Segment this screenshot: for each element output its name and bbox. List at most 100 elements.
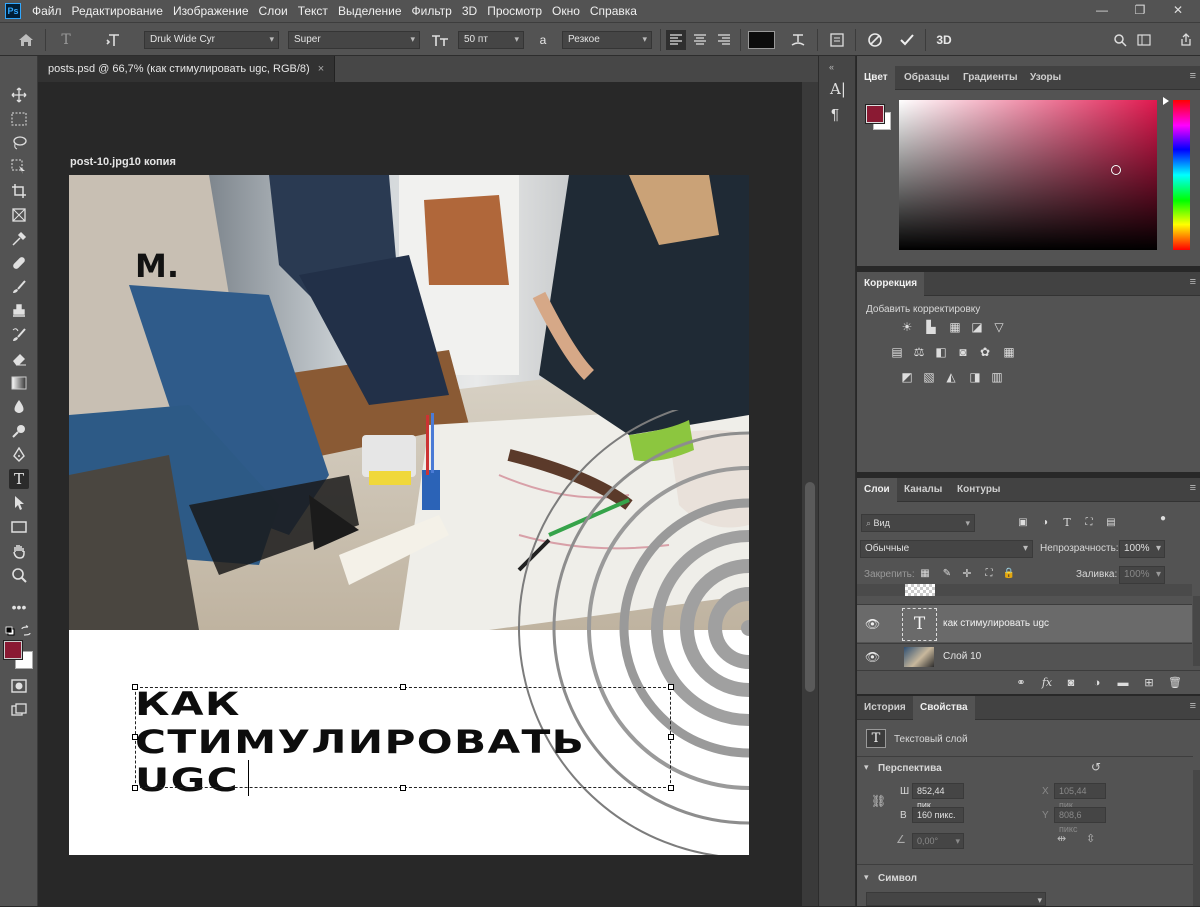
link-layers-icon[interactable]: ⚭ xyxy=(1013,676,1029,690)
brightness-contrast-icon[interactable]: ☀ xyxy=(899,320,915,334)
tab-patterns[interactable]: Узоры xyxy=(1023,66,1068,90)
object-select-tool-icon[interactable] xyxy=(9,157,29,177)
layers-scrollbar[interactable] xyxy=(1193,596,1200,666)
layer-row-text[interactable]: 👁 T как стимулировать ugc xyxy=(857,604,1192,642)
hue-saturation-icon[interactable]: ▤ xyxy=(889,345,905,359)
gradient-map-icon[interactable]: ▥ xyxy=(989,370,1005,384)
blend-mode-select[interactable]: Обычные ▾ xyxy=(860,540,1033,558)
history-brush-tool-icon[interactable] xyxy=(9,325,29,345)
posterize-icon[interactable]: ▧ xyxy=(921,370,937,384)
document-tab[interactable]: posts.psd @ 66,7% (как стимулировать ugc… xyxy=(38,56,336,82)
text-color-swatch[interactable] xyxy=(748,31,775,49)
collapse-chevron-icon[interactable]: ▾ xyxy=(864,762,869,773)
tab-layers[interactable]: Слои xyxy=(857,478,897,502)
menu-image[interactable]: Изображение xyxy=(168,4,254,18)
3d-button[interactable]: 3D xyxy=(934,30,954,50)
zoom-tool-icon[interactable] xyxy=(9,565,29,585)
new-layer-icon[interactable]: ⊞ xyxy=(1141,676,1157,690)
color-picker-cursor[interactable] xyxy=(1111,165,1121,175)
resize-handle[interactable] xyxy=(132,785,138,791)
cancel-edit-icon[interactable] xyxy=(865,30,885,50)
tab-properties[interactable]: Свойства xyxy=(913,696,975,720)
tab-swatches[interactable]: Образцы xyxy=(897,66,956,90)
reset-transform-icon[interactable]: ↺ xyxy=(1091,760,1101,774)
layer-row-image[interactable]: 👁 Слой 10 xyxy=(857,643,1192,670)
filter-adjustment-icon[interactable]: ◑ xyxy=(1037,516,1053,530)
panel-menu-icon[interactable]: ≡ xyxy=(1190,70,1196,82)
stamp-tool-icon[interactable] xyxy=(9,301,29,321)
share-icon[interactable] xyxy=(1176,30,1196,50)
quick-mask-icon[interactable] xyxy=(9,676,29,696)
filter-pixel-icon[interactable]: ▣ xyxy=(1015,516,1031,530)
tab-channels[interactable]: Каналы xyxy=(897,478,949,502)
flip-horizontal-icon[interactable]: ⇹ xyxy=(1057,832,1066,845)
filter-toggle-icon[interactable]: ● xyxy=(1155,512,1171,526)
antialias-select[interactable]: Резкое ▾ xyxy=(562,31,652,49)
close-tab-icon[interactable]: × xyxy=(318,63,324,75)
vibrance-icon[interactable]: ▽ xyxy=(991,320,1007,334)
lock-position-icon[interactable]: ✛ xyxy=(959,567,975,581)
font-family-field[interactable]: ▾ xyxy=(866,892,1046,906)
channel-mixer-icon[interactable]: ✿ xyxy=(977,345,993,359)
resize-handle[interactable] xyxy=(400,684,406,690)
character-panel-icon[interactable] xyxy=(827,30,847,50)
invert-icon[interactable]: ◩ xyxy=(899,370,915,384)
restore-button[interactable]: ❐ xyxy=(1132,3,1148,19)
menu-3d[interactable]: 3D xyxy=(457,4,482,18)
resize-handle[interactable] xyxy=(668,684,674,690)
menu-help[interactable]: Справка xyxy=(585,4,642,18)
lasso-tool-icon[interactable] xyxy=(9,133,29,153)
resize-handle[interactable] xyxy=(132,684,138,690)
screen-mode-icon[interactable] xyxy=(9,700,29,720)
hue-slider-thumb[interactable] xyxy=(1163,97,1169,105)
font-family-select[interactable]: Druk Wide Cyr ▾ xyxy=(144,31,279,49)
lock-pixels-icon[interactable]: ✎ xyxy=(939,567,955,581)
color-lookup-icon[interactable]: ▦ xyxy=(1001,345,1017,359)
curves-icon[interactable]: ▦ xyxy=(947,320,963,334)
color-balance-icon[interactable]: ⚖ xyxy=(911,345,927,359)
photo-filter-icon[interactable]: ◙ xyxy=(955,345,971,359)
menu-file[interactable]: Файл xyxy=(27,4,67,18)
minimize-button[interactable]: — xyxy=(1094,3,1110,19)
delete-layer-icon[interactable]: 🗑 xyxy=(1167,676,1183,690)
frame-tool-icon[interactable] xyxy=(9,205,29,225)
menu-view[interactable]: Просмотр xyxy=(482,4,547,18)
layer-row-partial[interactable] xyxy=(857,584,1192,596)
threshold-icon[interactable]: ◭ xyxy=(943,370,959,384)
collapse-chevron-icon[interactable]: ▾ xyxy=(864,872,869,883)
character-section-title[interactable]: Символ xyxy=(878,873,917,884)
layer-filter-select[interactable]: ⌕ Вид ▾ xyxy=(861,514,975,532)
workspace-icon[interactable] xyxy=(1134,30,1154,50)
link-dimensions-icon[interactable]: ⛓ xyxy=(871,794,886,808)
layer-name[interactable]: Слой 10 xyxy=(943,651,981,662)
menu-layers[interactable]: Слои xyxy=(254,4,293,18)
resize-handle[interactable] xyxy=(668,734,674,740)
move-tool-icon[interactable] xyxy=(9,85,29,105)
crop-tool-icon[interactable] xyxy=(9,181,29,201)
swap-colors-icon[interactable] xyxy=(20,625,32,637)
font-style-select[interactable]: Super ▾ xyxy=(288,31,420,49)
resize-handle[interactable] xyxy=(400,785,406,791)
selective-color-icon[interactable]: ◨ xyxy=(967,370,983,384)
new-group-icon[interactable]: ▬ xyxy=(1115,676,1131,690)
height-input[interactable]: 160 пикс. xyxy=(912,807,964,823)
font-size-select[interactable]: 50 пт ▾ xyxy=(458,31,524,49)
exposure-icon[interactable]: ◪ xyxy=(969,320,985,334)
gradient-tool-icon[interactable] xyxy=(9,373,29,393)
panel-menu-icon[interactable]: ≡ xyxy=(1190,700,1196,712)
x-input[interactable]: 105,44 пик xyxy=(1054,783,1106,810)
new-adjustment-layer-icon[interactable]: ◑ xyxy=(1089,676,1105,690)
brush-tool-icon[interactable] xyxy=(9,277,29,297)
foreground-color-chip[interactable] xyxy=(865,104,885,124)
align-right-icon[interactable] xyxy=(714,30,734,50)
fill-input[interactable]: 100% ▾ xyxy=(1119,566,1165,584)
pen-tool-icon[interactable] xyxy=(9,445,29,465)
saturation-value-field[interactable] xyxy=(899,100,1157,250)
layer-style-icon[interactable]: fx xyxy=(1039,676,1055,690)
collapse-arrows-icon[interactable]: « xyxy=(829,62,834,72)
tab-history[interactable]: История xyxy=(857,696,913,720)
black-white-icon[interactable]: ◧ xyxy=(933,345,949,359)
visibility-eye-icon[interactable]: 👁 xyxy=(865,617,880,631)
lock-all-icon[interactable]: 🔒 xyxy=(1001,567,1017,581)
lock-artboard-icon[interactable]: ⛶ xyxy=(981,567,997,581)
